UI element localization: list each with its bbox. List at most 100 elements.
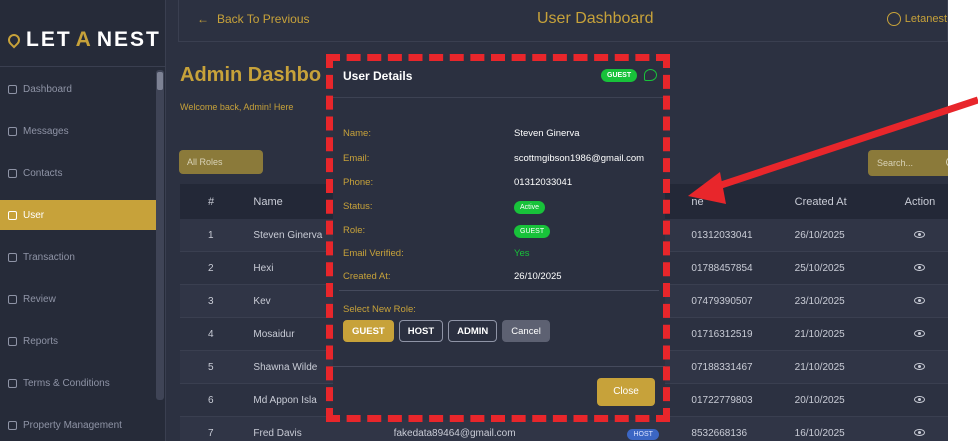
eye-icon <box>914 296 926 304</box>
page-title: User Dashboard <box>537 10 654 27</box>
modal-footer-divider <box>333 366 665 367</box>
name-label: Name: <box>343 128 371 139</box>
email-label: Email: <box>343 153 370 164</box>
status-value-wrap: Active <box>514 201 546 214</box>
view-button[interactable] <box>892 263 948 274</box>
row-number: 6 <box>208 394 214 406</box>
sidebar-item-label: Transaction <box>23 251 75 263</box>
sidebar-item-label: Dashboard <box>23 83 72 95</box>
row-phone: 01716312519 <box>691 328 753 340</box>
sidebar: LET A NEST Dashboard Messages Contacts Use… <box>0 0 166 441</box>
user-menu[interactable]: Letanest <box>886 12 947 26</box>
modal-title: User Details <box>343 69 413 83</box>
row-number: 3 <box>208 295 214 307</box>
modal-divider <box>339 290 659 291</box>
created-value: 26/10/2025 <box>514 271 562 282</box>
row-created-at: 25/10/2025 <box>794 262 845 274</box>
sidebar-nav: Dashboard Messages Contacts User Transac… <box>0 68 157 441</box>
sidebar-item-contacts[interactable]: Contacts <box>0 152 157 194</box>
cancel-button[interactable]: Cancel <box>502 320 550 342</box>
email-value: scottmgibson1986@gmail.com <box>514 153 645 164</box>
row-created-at: 23/10/2025 <box>794 295 845 307</box>
role-value-badge: GUEST <box>514 225 551 238</box>
view-button[interactable] <box>892 296 948 307</box>
row-phone: 01312033041 <box>691 229 753 241</box>
row-phone: 07479390507 <box>691 295 753 307</box>
arrow-left-icon: ← <box>197 12 209 26</box>
header-phone: ne <box>691 195 704 208</box>
role-filter-select[interactable]: All Roles <box>179 150 263 174</box>
eye-icon <box>914 428 926 436</box>
sidebar-item-user[interactable]: User <box>0 200 157 230</box>
sidebar-item-transaction[interactable]: Transaction <box>0 236 157 278</box>
back-link[interactable]: ← Back To Previous <box>197 12 310 26</box>
row-created-at: 16/10/2025 <box>794 427 845 439</box>
view-button[interactable] <box>892 329 948 340</box>
close-button[interactable]: Close <box>597 378 655 406</box>
sidebar-item-label: Property Management <box>23 419 122 431</box>
host-role-button[interactable]: HOST <box>398 320 444 342</box>
logo-text-accent: A <box>75 28 93 51</box>
phone-label: Phone: <box>343 177 374 188</box>
home-icon <box>8 420 17 430</box>
row-number: 7 <box>208 427 214 439</box>
status-badge: Active <box>514 201 546 214</box>
dashboard-title: Admin Dashbo <box>180 64 322 86</box>
sidebar-item-label: Review <box>23 293 56 305</box>
sidebar-item-terms[interactable]: Terms & Conditions <box>0 362 157 404</box>
mail-icon <box>8 168 17 178</box>
chat-icon[interactable] <box>644 69 657 81</box>
header-number: # <box>208 195 215 208</box>
topbar: ← Back To Previous User Dashboard Letane… <box>178 0 948 42</box>
verified-label: Email Verified: <box>343 248 404 259</box>
sidebar-item-dashboard[interactable]: Dashboard <box>0 68 157 110</box>
message-icon <box>8 126 17 136</box>
view-button[interactable] <box>892 428 948 439</box>
credit-card-icon <box>8 252 17 262</box>
avatar-icon <box>886 12 901 26</box>
row-phone: 01722779803 <box>691 394 753 406</box>
row-phone: 07188331467 <box>691 361 753 373</box>
search-placeholder: Search... <box>877 158 914 168</box>
eye-icon <box>914 263 926 271</box>
sidebar-scrollbar-thumb[interactable] <box>157 72 163 90</box>
row-number: 5 <box>208 361 214 373</box>
eye-icon <box>914 329 926 337</box>
guest-role-button[interactable]: GUEST <box>343 320 394 342</box>
row-number: 4 <box>208 328 214 340</box>
sidebar-item-label: Contacts <box>23 167 63 179</box>
sidebar-scrollbar[interactable] <box>156 70 164 400</box>
sidebar-item-label: Reports <box>23 335 59 347</box>
admin-app: LET A NEST Dashboard Messages Contacts Use… <box>0 0 948 441</box>
row-created-at: 26/10/2025 <box>794 229 845 241</box>
user-icon <box>8 210 17 220</box>
view-button[interactable] <box>892 362 948 373</box>
view-button[interactable] <box>892 395 948 406</box>
select-role-label: Select New Role: <box>343 304 416 315</box>
location-pin-icon <box>5 31 23 49</box>
user-name: Letanest <box>904 13 947 25</box>
star-icon <box>8 294 17 304</box>
sidebar-item-label: Messages <box>23 125 69 137</box>
phone-value: 01312033041 <box>514 177 573 188</box>
search-input[interactable]: Search... <box>868 150 948 176</box>
sidebar-item-reports[interactable]: Reports <box>0 320 157 362</box>
role-badge: HOST <box>627 428 659 440</box>
header-action: Action <box>904 195 936 208</box>
row-name: Fred Davis <box>253 427 302 439</box>
sidebar-item-messages[interactable]: Messages <box>0 110 157 152</box>
back-label: Back To Previous <box>217 12 310 26</box>
sidebar-item-property-management[interactable]: Property Management <box>0 404 157 441</box>
row-email: fakedata89464@gmail.com <box>393 427 516 439</box>
created-label: Created At: <box>343 271 391 282</box>
view-button[interactable] <box>892 230 948 241</box>
grid-icon <box>8 84 17 94</box>
table-row: 7 Fred Davis fakedata89464@gmail.com HOS… <box>180 417 948 441</box>
row-number: 2 <box>208 262 214 274</box>
sidebar-divider <box>0 66 166 67</box>
sidebar-item-review[interactable]: Review <box>0 278 157 320</box>
admin-role-button[interactable]: ADMIN <box>448 320 498 342</box>
logo-text-prefix: LET <box>26 28 72 51</box>
document-icon <box>8 378 17 388</box>
eye-icon <box>914 395 926 403</box>
